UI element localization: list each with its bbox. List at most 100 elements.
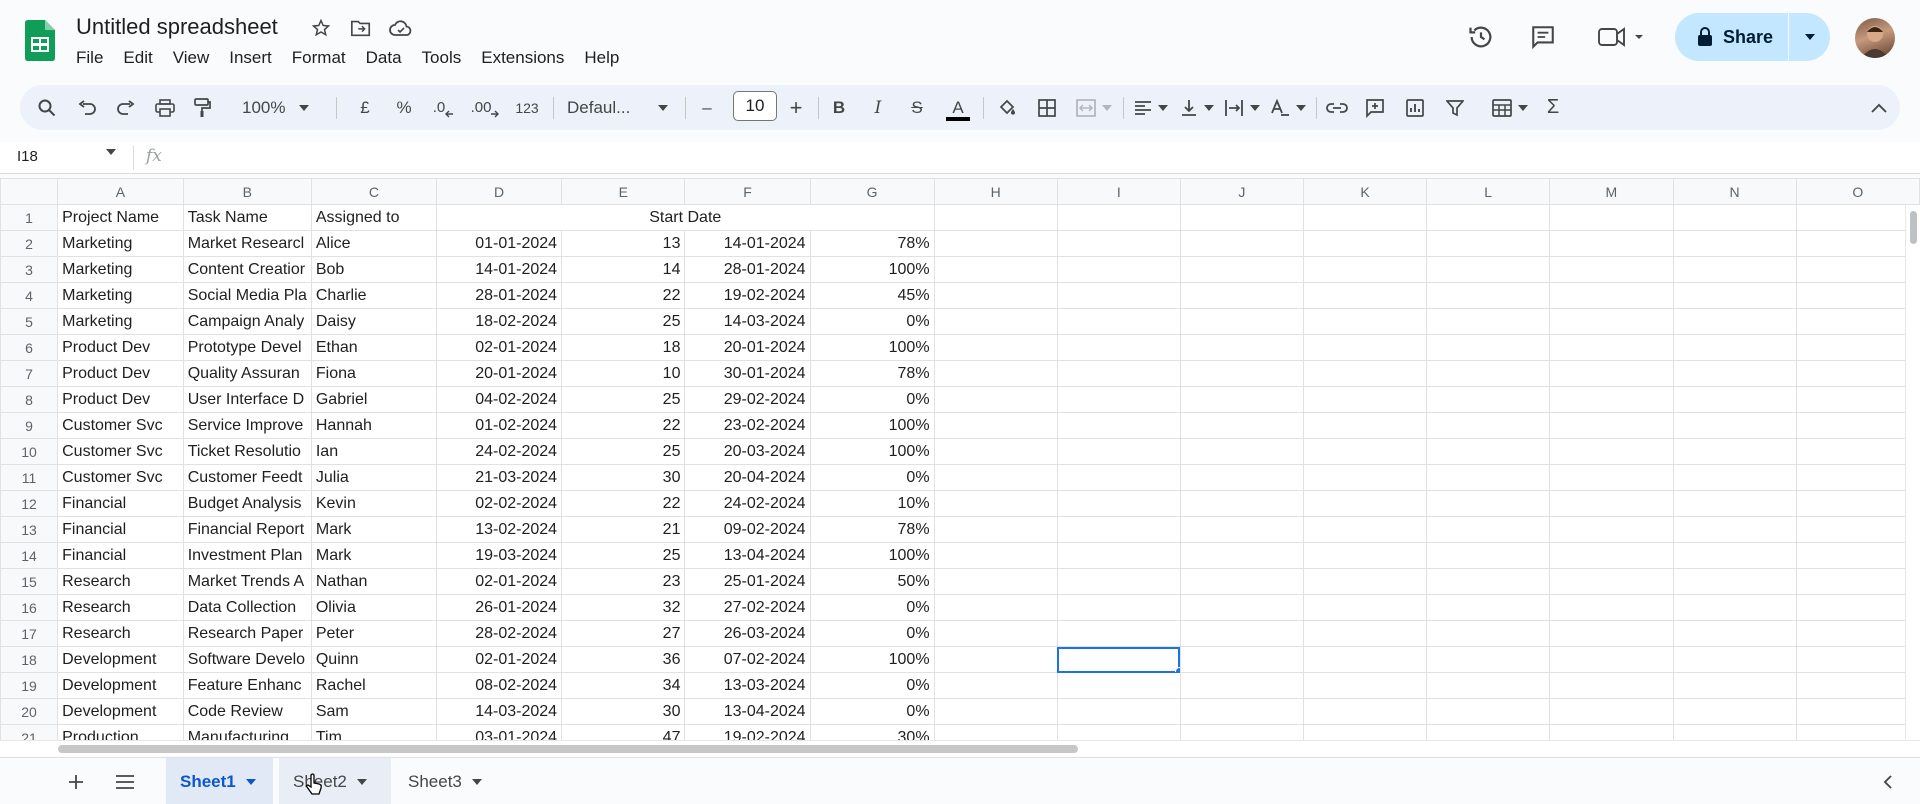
cell-l9[interactable] [1426, 412, 1551, 439]
cell-n20[interactable] [1672, 698, 1797, 725]
cell-i8[interactable] [1056, 386, 1181, 413]
cell-n2[interactable] [1672, 230, 1797, 257]
cell-o18[interactable] [1795, 646, 1920, 673]
cell-d10[interactable]: 24-02-2024 [435, 438, 563, 465]
row-header[interactable]: 16 [0, 594, 59, 621]
cell-b19[interactable]: Feature Enhanc [182, 672, 312, 699]
cell-n10[interactable] [1672, 438, 1797, 465]
cell-g12[interactable]: 10% [809, 490, 935, 517]
cell-i19[interactable] [1056, 672, 1181, 699]
cell-o21[interactable] [1795, 724, 1920, 740]
cell-j14[interactable] [1179, 542, 1304, 569]
cell-a1[interactable]: Project Name [57, 204, 184, 231]
cell-c10[interactable]: Ian [310, 438, 437, 465]
cell-j6[interactable] [1179, 334, 1304, 361]
text-color-button[interactable]: A [941, 85, 975, 130]
cell-g4[interactable]: 45% [809, 282, 935, 309]
cell-f14[interactable]: 13-04-2024 [684, 542, 811, 569]
cell-e3[interactable]: 14 [561, 256, 686, 283]
menu-data[interactable]: Data [356, 46, 412, 70]
cell-o7[interactable] [1795, 360, 1920, 387]
cell-f10[interactable]: 20-03-2024 [684, 438, 811, 465]
cell-l4[interactable] [1426, 282, 1551, 309]
cell-f21[interactable]: 19-02-2024 [684, 724, 811, 740]
row-header[interactable]: 8 [0, 386, 59, 413]
row-header[interactable]: 4 [0, 282, 59, 309]
cell-c21[interactable]: Tim [310, 724, 437, 740]
cell-g2[interactable]: 78% [809, 230, 935, 257]
cell-b13[interactable]: Financial Report [182, 516, 312, 543]
sheets-logo-icon[interactable] [25, 20, 55, 61]
menu-tools[interactable]: Tools [412, 46, 472, 70]
cell-e20[interactable]: 30 [561, 698, 686, 725]
cell-g8[interactable]: 0% [809, 386, 935, 413]
cell-k20[interactable] [1302, 698, 1428, 725]
cell-h19[interactable] [933, 672, 1058, 699]
row-header[interactable]: 9 [0, 412, 59, 439]
cell-j17[interactable] [1179, 620, 1304, 647]
cell-m15[interactable] [1549, 568, 1674, 595]
cell-i1[interactable] [1056, 204, 1181, 231]
cell-c20[interactable]: Sam [310, 698, 437, 725]
cell-j13[interactable] [1179, 516, 1304, 543]
cell-m5[interactable] [1549, 308, 1674, 335]
cell-n19[interactable] [1672, 672, 1797, 699]
cell-m1[interactable] [1549, 204, 1674, 231]
cell-g20[interactable]: 0% [809, 698, 935, 725]
cell-a7[interactable]: Product Dev [57, 360, 184, 387]
column-header-g[interactable]: G [809, 178, 935, 205]
sheet-tab-3[interactable]: Sheet3 [394, 758, 499, 804]
select-all-corner[interactable] [0, 178, 59, 205]
cell-f5[interactable]: 14-03-2024 [684, 308, 811, 335]
cell-d7[interactable]: 20-01-2024 [435, 360, 563, 387]
cell-c17[interactable]: Peter [310, 620, 437, 647]
redo-icon[interactable] [111, 85, 141, 130]
cell-e8[interactable]: 25 [561, 386, 686, 413]
cell-n11[interactable] [1672, 464, 1797, 491]
cell-g5[interactable]: 0% [809, 308, 935, 335]
cell-h10[interactable] [933, 438, 1058, 465]
row-header[interactable]: 10 [0, 438, 59, 465]
cell-d4[interactable]: 28-01-2024 [435, 282, 563, 309]
cell-f12[interactable]: 24-02-2024 [684, 490, 811, 517]
cell-f6[interactable]: 20-01-2024 [684, 334, 811, 361]
cell-i6[interactable] [1056, 334, 1181, 361]
star-icon[interactable] [308, 15, 334, 41]
cell-k13[interactable] [1302, 516, 1428, 543]
column-header-i[interactable]: I [1056, 178, 1181, 205]
font-family-select[interactable]: Defaul... [561, 85, 681, 130]
cell-b21[interactable]: Manufacturing [182, 724, 312, 740]
cloud-status-icon[interactable] [388, 15, 414, 41]
cell-i4[interactable] [1056, 282, 1181, 309]
cell-d9[interactable]: 01-02-2024 [435, 412, 563, 439]
cell-k1[interactable] [1302, 204, 1428, 231]
cell-g7[interactable]: 78% [809, 360, 935, 387]
column-header-h[interactable]: H [933, 178, 1058, 205]
cell-h21[interactable] [933, 724, 1058, 740]
cell-j10[interactable] [1179, 438, 1304, 465]
row-header[interactable]: 3 [0, 256, 59, 283]
cell-h7[interactable] [933, 360, 1058, 387]
cell-f2[interactable]: 14-01-2024 [684, 230, 811, 257]
cell-l11[interactable] [1426, 464, 1551, 491]
font-size-input[interactable]: 10 [733, 91, 777, 121]
cell-b15[interactable]: Market Trends A [182, 568, 312, 595]
menu-edit[interactable]: Edit [113, 46, 162, 70]
cell-b8[interactable]: User Interface D [182, 386, 312, 413]
cell-k10[interactable] [1302, 438, 1428, 465]
cell-d15[interactable]: 02-01-2024 [435, 568, 563, 595]
cell-o10[interactable] [1795, 438, 1920, 465]
cell-m19[interactable] [1549, 672, 1674, 699]
cell-a14[interactable]: Financial [57, 542, 184, 569]
cell-i12[interactable] [1056, 490, 1181, 517]
cell-k18[interactable] [1302, 646, 1428, 673]
cell-n3[interactable] [1672, 256, 1797, 283]
cell-j1[interactable] [1179, 204, 1304, 231]
move-folder-icon[interactable] [348, 15, 374, 41]
cell-b4[interactable]: Social Media Pla [182, 282, 312, 309]
cell-o16[interactable] [1795, 594, 1920, 621]
cell-f7[interactable]: 30-01-2024 [684, 360, 811, 387]
cell-n4[interactable] [1672, 282, 1797, 309]
cell-a4[interactable]: Marketing [57, 282, 184, 309]
cell-b18[interactable]: Software Develo [182, 646, 312, 673]
